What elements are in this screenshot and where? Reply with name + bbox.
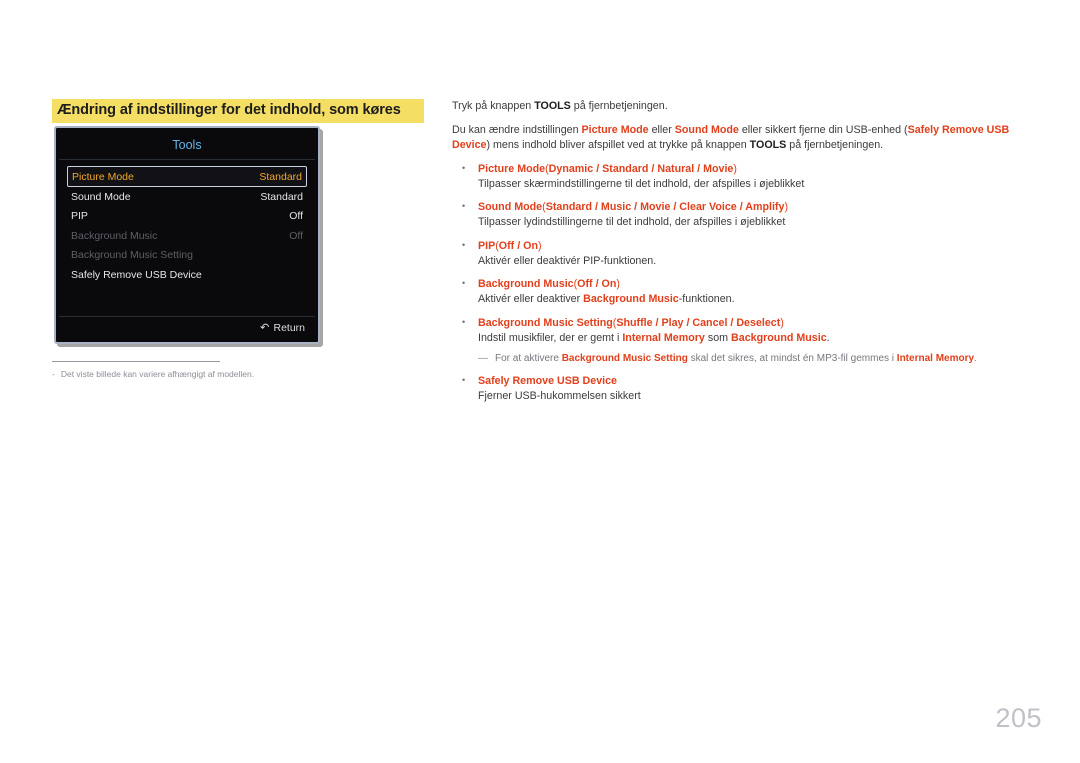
intro-paragraph-1: Tryk på knappen TOOLS på fjernbetjeninge… (452, 99, 1027, 115)
footnote-divider (52, 361, 220, 362)
tools-panel-title: Tools (59, 131, 315, 160)
tools-row-pip[interactable]: PIP Off (67, 207, 307, 227)
option-description: Tilpasser skærmindstillingerne til det i… (478, 177, 805, 190)
intro2-t3: eller sikkert fjerne din USB-enhed ( (738, 123, 908, 136)
intro2-picture-mode: Picture Mode (581, 123, 649, 136)
desc-pre: Indstil musikfiler, der er gemt i (478, 331, 623, 344)
bullet-head: Safely Remove USB Device (478, 374, 1027, 389)
option-paren-close: ) (537, 239, 542, 252)
footnote-dash: - (52, 369, 55, 379)
subnote-t3: . (974, 352, 977, 364)
tools-row-sound-mode[interactable]: Sound Mode Standard (67, 187, 307, 207)
bullet-head: Sound Mode(Standard / Music / Movie / Cl… (478, 200, 1027, 215)
tools-row-picture-mode[interactable]: Picture Mode Standard (67, 166, 307, 187)
desc-post: . (826, 331, 830, 344)
tools-row-label: Background Music (71, 229, 158, 242)
option-values: Shuffle / Play / Cancel / Deselect (616, 316, 781, 329)
option-values: Dynamic / Standard / Natural / Movie (548, 162, 734, 175)
page-number: 205 (995, 703, 1042, 733)
desc-highlight-1: Internal Memory (622, 331, 705, 344)
option-description: Aktivér eller deaktiver Background Music… (478, 292, 1027, 307)
intro2-t6: på fjernbetjeningen. (786, 139, 884, 151)
image-footnote: - Det viste billede kan variere afhængig… (52, 361, 352, 380)
option-description: Fjerner USB-hukommelsen sikkert (478, 390, 641, 402)
bullet-head: Background Music(Off / On) (478, 277, 1027, 292)
desc-pre: Aktivér eller deaktiver (478, 293, 584, 305)
tools-panel-footer: ↷ Return (59, 316, 315, 339)
option-paren-close: ) (733, 162, 737, 175)
desc-post: -funktionen. (678, 293, 735, 305)
intro2-sound-mode: Sound Mode (674, 123, 739, 136)
intro2-t4: ) (486, 139, 491, 151)
option-name: Sound Mode (478, 201, 543, 213)
footnote-item: - Det viste billede kan variere afhængig… (52, 369, 352, 380)
tools-osd-panel: Tools Picture Mode Standard Sound Mode S… (54, 126, 320, 344)
note-dash-icon: ― (478, 352, 488, 364)
tools-key-label: TOOLS (534, 100, 571, 112)
desc-highlight: Background Music (583, 293, 679, 305)
tools-row-value: Off (289, 229, 303, 242)
subnote-highlight-1: Background Music Setting (561, 352, 688, 364)
tools-row-label: Background Music Setting (71, 249, 193, 262)
intro1-post: på fjernbetjeningen. (570, 100, 668, 112)
tools-row-label: PIP (71, 210, 88, 223)
return-label: Return (273, 322, 305, 334)
tools-panel-inner: Tools Picture Mode Standard Sound Mode S… (59, 131, 315, 339)
tools-key-label-2: TOOLS (749, 139, 787, 151)
options-list: Picture Mode(Dynamic / Standard / Natura… (452, 161, 1027, 405)
option-name: Background Music (478, 278, 574, 290)
option-name: Background Music Setting (478, 316, 613, 329)
intro2-t2: eller (648, 123, 675, 136)
intro2-t1: Du kan ændre indstillingen (452, 123, 582, 136)
option-paren-close: ) (780, 316, 784, 329)
tools-row-value: Standard (259, 170, 302, 183)
subnote-highlight-2: Internal Memory (896, 352, 975, 364)
tools-row-value: Standard (260, 190, 303, 203)
list-item-safely-remove-usb-device: Safely Remove USB Device Fjerner USB-huk… (452, 373, 1027, 404)
option-description: Tilpasser lydindstillingerne til det ind… (478, 216, 786, 228)
option-name: Picture Mode (478, 162, 546, 175)
tools-row-background-music: Background Music Off (67, 226, 307, 246)
option-values: Off / On (577, 278, 617, 290)
tools-row-label: Safely Remove USB Device (71, 268, 202, 281)
section-title: Ændring af indstillinger for det indhold… (52, 99, 424, 123)
tools-row-background-music-setting: Background Music Setting (67, 246, 307, 266)
list-item-background-music-setting: Background Music Setting(Shuffle / Play … (452, 315, 1027, 366)
option-name: PIP (478, 239, 496, 252)
desc-mid: som (704, 331, 732, 344)
return-arrow-icon: ↷ (260, 321, 270, 334)
tools-menu-list: Picture Mode Standard Sound Mode Standar… (59, 160, 315, 316)
intro1-pre: Tryk på knappen (452, 100, 535, 112)
option-values: Off / On (498, 239, 538, 252)
option-name: Safely Remove USB Device (478, 375, 618, 387)
subnote-t1: For at aktivere (495, 352, 562, 364)
tools-row-label: Sound Mode (71, 190, 131, 203)
left-column: Ændring af indstillinger for det indhold… (52, 99, 424, 123)
bullet-head: Picture Mode(Dynamic / Standard / Natura… (478, 162, 1027, 177)
list-item-background-music: Background Music(Off / On) Aktivér eller… (452, 276, 1027, 307)
list-item-pip: PIP(Off / On) Aktivér eller deaktivér PI… (452, 238, 1027, 269)
desc-highlight-2: Background Music (731, 331, 827, 344)
bullet-head: PIP(Off / On) (478, 239, 1027, 254)
option-values: Standard / Music / Movie / Clear Voice /… (545, 201, 785, 213)
subnote-t2: skal det sikres, at mindst én MP3-fil ge… (687, 352, 897, 364)
option-description: Indstil musikfiler, der er gemt i Intern… (478, 331, 1027, 346)
tools-row-label: Picture Mode (72, 170, 134, 183)
bullet-head: Background Music Setting(Shuffle / Play … (478, 316, 1027, 331)
list-item-sound-mode: Sound Mode(Standard / Music / Movie / Cl… (452, 199, 1027, 230)
option-description: Aktivér eller deaktivér PIP-funktionen. (478, 254, 657, 267)
option-paren-close: ) (784, 201, 788, 213)
tools-row-safely-remove-usb-device[interactable]: Safely Remove USB Device (67, 265, 307, 285)
option-paren-close: ) (616, 278, 620, 290)
footnote-text: Det viste billede kan variere afhængigt … (60, 369, 255, 379)
instructions-column: Tryk på knappen TOOLS på fjernbetjeninge… (452, 99, 1027, 413)
sub-note: ― For at aktivere Background Music Settin… (478, 352, 1027, 366)
intro-paragraph-2: Du kan ændre indstillingen Picture Mode … (452, 123, 1027, 154)
intro2-t5: mens indhold bliver afspillet ved at try… (493, 139, 750, 151)
list-item-picture-mode: Picture Mode(Dynamic / Standard / Natura… (452, 161, 1027, 192)
tools-row-value: Off (289, 210, 303, 223)
